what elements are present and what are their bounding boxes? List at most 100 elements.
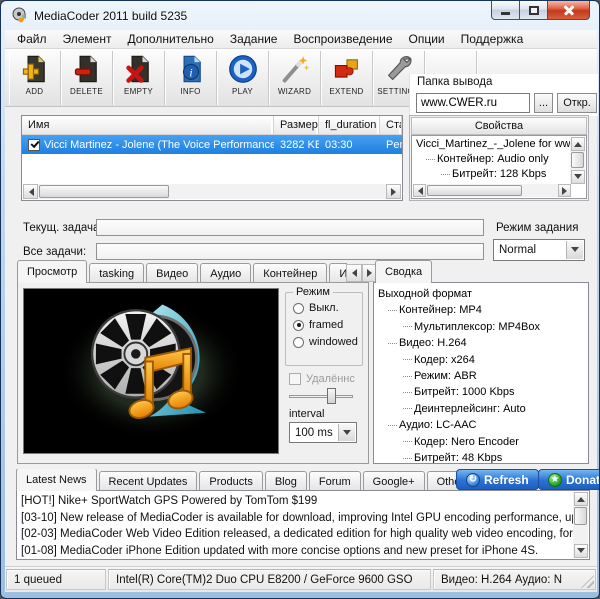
browse-button[interactable]: ... [534,93,553,113]
news-item[interactable]: [02-03] MediaCoder Web Video Edition rel… [18,526,573,543]
properties-hscrollbar[interactable] [413,184,571,197]
extend-puzzle-icon [334,59,358,78]
client-area: Файл Элемент Дополнительно Задание Воспр… [5,30,599,592]
play-button[interactable]: PLAY [217,51,269,105]
interval-slider[interactable] [289,388,353,404]
menu-options[interactable]: Опции [401,30,453,48]
play-icon [228,55,257,83]
tree-item[interactable]: Кодер: x264 [376,352,588,368]
news-item[interactable]: [03-10] New release of MediaCoder is ava… [18,510,573,527]
tab-latest-news[interactable]: Latest News [16,469,97,491]
tab-google-plus[interactable]: Google+ [362,471,425,491]
menu-advanced[interactable]: Дополнительно [119,30,221,48]
interval-combobox[interactable]: 100 ms [289,422,357,443]
file-checkbox[interactable] [28,138,40,151]
add-file-icon [22,55,45,83]
tab-recent-updates[interactable]: Recent Updates [98,471,198,491]
delete-button[interactable]: DELETE [61,51,113,105]
close-icon [563,4,575,16]
chevron-down-icon [571,247,579,256]
file-duration: 03:30 [325,138,353,151]
menu-support[interactable]: Поддержка [453,30,532,48]
resize-grip[interactable] [581,575,594,588]
tree-item[interactable]: Видео: H.264 [376,335,588,351]
tree-item[interactable]: Битрейт: 128 Kbps [414,167,570,182]
tab-products[interactable]: Products [199,471,263,491]
file-list-header: Имя Размер fl_duration Статус [22,116,402,135]
task-mode-combobox[interactable]: Normal [493,239,585,261]
tree-item[interactable]: Мультиплексор: MP4Box [376,319,588,335]
column-name[interactable]: Имя [22,116,274,134]
donate-star-icon: ★ [548,472,562,487]
tab-tasking[interactable]: tasking [89,263,145,283]
tree-item[interactable]: Vicci_Martinez_-_Jolene for ww [414,137,570,152]
summary-tabstrip: Сводка [375,260,434,283]
tree-item[interactable]: Режим: ABR [376,368,588,384]
tab-forum[interactable]: Forum [308,471,361,491]
file-list-hscrollbar[interactable] [23,184,401,199]
scroll-down-icon [573,174,582,183]
news-item[interactable]: [01-08] MediaCoder iPhone Edition update… [18,543,573,559]
scroll-left-icon [348,269,357,277]
wizard-button[interactable]: WIZARD [269,51,321,105]
interval-label: interval [289,408,325,420]
donate-button[interactable]: ★ Donate [538,469,599,490]
column-duration[interactable]: fl_duration [319,116,380,134]
tree-item[interactable]: Кодер: Nero Encoder [376,434,588,450]
news-vscrollbar[interactable] [573,492,588,558]
info-button[interactable]: i INFO [165,51,217,105]
minimize-button[interactable] [491,1,520,20]
task-mode-label: Режим задания [496,222,579,234]
radio-framed[interactable]: framed [293,319,343,331]
toolbar: ADD DELETE EMPTY i INFO PLAY WIZARD EXTE… [5,49,598,116]
title-bar[interactable]: MediaCoder 2011 build 5235 [1,1,599,30]
tab-summary[interactable]: Сводка [375,260,433,283]
column-status[interactable]: Статус [380,116,402,134]
interval-value: 100 ms [295,426,333,439]
radio-icon [293,336,304,348]
tab-audio[interactable]: Аудио [200,263,252,283]
menu-file[interactable]: Файл [9,30,55,48]
slider-thumb[interactable] [327,388,336,404]
minimize-icon [501,11,510,15]
tab-container[interactable]: Контейнер [253,263,328,283]
close-button[interactable] [547,1,590,20]
file-row-selected[interactable]: Vicci Martinez - Jolene (The Voice Perfo… [22,135,402,154]
tabs-scroll-left-button[interactable] [346,264,362,282]
empty-button[interactable]: EMPTY [113,51,165,105]
add-button[interactable]: ADD [9,51,61,105]
tab-blog[interactable]: Blog [264,471,307,491]
radio-off[interactable]: Выкл. [293,302,339,314]
tree-item[interactable]: Аудио: LC-AAC [376,417,588,433]
properties-header-button[interactable]: Свойства [411,117,587,135]
status-codecs: Видео: H.264 Аудио: N [433,569,596,590]
refresh-button[interactable]: ↻ Refresh [456,469,539,490]
tab-preview[interactable]: Просмотр [17,260,88,283]
scroll-left-icon [25,187,34,196]
maximize-button[interactable] [520,1,547,20]
remote-checkbox[interactable]: Удалённс [289,373,355,385]
tree-item[interactable]: Деинтерлейсинг: Auto [376,401,588,417]
menu-task[interactable]: Задание [222,30,286,48]
mode-group-title: Режим [293,286,333,298]
tree-item[interactable]: Выходной формат [376,286,588,302]
column-size[interactable]: Размер [274,116,319,134]
tab-video[interactable]: Видео [146,263,199,283]
news-item[interactable]: [HOT!] Nike+ SportWatch GPS Powered by T… [18,493,573,510]
menu-item[interactable]: Элемент [55,30,120,48]
open-folder-button[interactable]: Откр. [557,93,597,113]
task-mode-value: Normal [499,244,537,256]
properties-vscrollbar[interactable] [570,137,585,184]
tab-picture[interactable]: Изображ [329,263,347,283]
tree-item[interactable]: Контейнер: Audio only [414,152,570,167]
menu-playback[interactable]: Воспроизведение [285,30,400,48]
tree-item[interactable]: Контейнер: MP4 [376,302,588,318]
radio-windowed[interactable]: windowed [293,336,358,348]
app-logo-icon [12,7,26,23]
news-list: [HOT!] Nike+ SportWatch GPS Powered by T… [16,490,590,560]
tree-item[interactable]: Битрейт: 1000 Kbps [376,384,588,400]
output-folder-input[interactable] [416,93,530,113]
status-system-info: Intel(R) Core(TM)2 Duo CPU E8200 / GeFor… [108,569,431,590]
tree-item[interactable]: Битрейт: 48 Kbps [376,450,588,463]
extend-button[interactable]: EXTEND [321,51,373,105]
